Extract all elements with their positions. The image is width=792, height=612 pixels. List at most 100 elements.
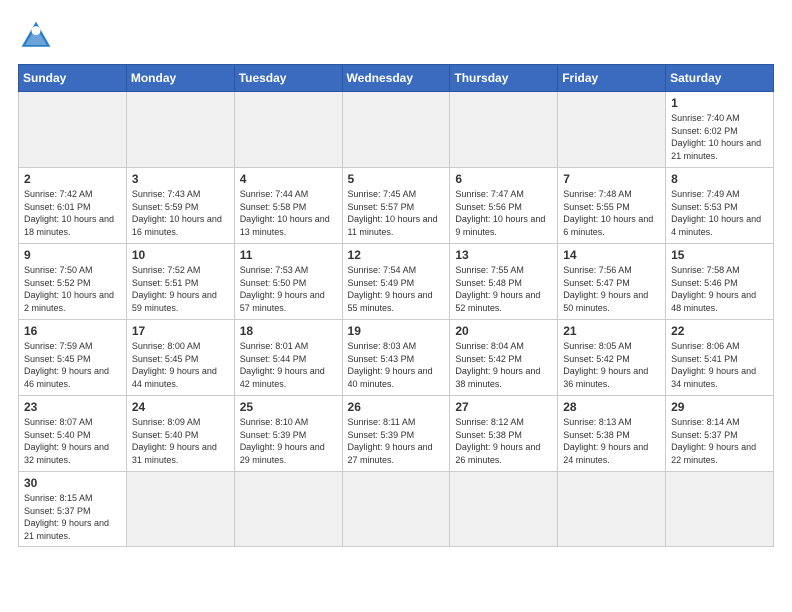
calendar-cell: 6 Sunrise: 7:47 AM Sunset: 5:56 PM Daylig…	[450, 168, 558, 244]
day-info: Sunrise: 7:50 AM Sunset: 5:52 PM Dayligh…	[24, 264, 121, 314]
weekday-header-friday: Friday	[558, 65, 666, 92]
day-number: 3	[132, 172, 229, 186]
day-number: 23	[24, 400, 121, 414]
day-number: 15	[671, 248, 768, 262]
day-info: Sunrise: 8:06 AM Sunset: 5:41 PM Dayligh…	[671, 340, 768, 390]
day-number: 25	[240, 400, 337, 414]
day-info: Sunrise: 7:44 AM Sunset: 5:58 PM Dayligh…	[240, 188, 337, 238]
calendar-week-4: 16 Sunrise: 7:59 AM Sunset: 5:45 PM Dayli…	[19, 320, 774, 396]
weekday-row: SundayMondayTuesdayWednesdayThursdayFrid…	[19, 65, 774, 92]
calendar-body: 1 Sunrise: 7:40 AM Sunset: 6:02 PM Daylig…	[19, 92, 774, 547]
day-number: 2	[24, 172, 121, 186]
day-info: Sunrise: 8:09 AM Sunset: 5:40 PM Dayligh…	[132, 416, 229, 466]
day-info: Sunrise: 7:47 AM Sunset: 5:56 PM Dayligh…	[455, 188, 552, 238]
calendar-cell: 22 Sunrise: 8:06 AM Sunset: 5:41 PM Dayli…	[666, 320, 774, 396]
weekday-header-monday: Monday	[126, 65, 234, 92]
calendar-cell: 21Sunrise: 8:05 AM Sunset: 5:42 PM Dayli…	[558, 320, 666, 396]
calendar-cell	[450, 92, 558, 168]
day-info: Sunrise: 8:01 AM Sunset: 5:44 PM Dayligh…	[240, 340, 337, 390]
calendar-week-1: 1 Sunrise: 7:40 AM Sunset: 6:02 PM Daylig…	[19, 92, 774, 168]
day-number: 1	[671, 96, 768, 110]
day-number: 4	[240, 172, 337, 186]
calendar-header: SundayMondayTuesdayWednesdayThursdayFrid…	[19, 65, 774, 92]
day-info: Sunrise: 8:10 AM Sunset: 5:39 PM Dayligh…	[240, 416, 337, 466]
day-number: 11	[240, 248, 337, 262]
calendar-cell	[342, 92, 450, 168]
calendar-cell: 8Sunrise: 7:49 AM Sunset: 5:53 PM Daylig…	[666, 168, 774, 244]
day-info: Sunrise: 7:56 AM Sunset: 5:47 PM Dayligh…	[563, 264, 660, 314]
calendar-cell: 7 Sunrise: 7:48 AM Sunset: 5:55 PM Daylig…	[558, 168, 666, 244]
day-info: Sunrise: 8:03 AM Sunset: 5:43 PM Dayligh…	[348, 340, 445, 390]
day-number: 5	[348, 172, 445, 186]
calendar-cell: 25 Sunrise: 8:10 AM Sunset: 5:39 PM Dayli…	[234, 396, 342, 472]
day-info: Sunrise: 8:14 AM Sunset: 5:37 PM Dayligh…	[671, 416, 768, 466]
day-number: 28	[563, 400, 660, 414]
calendar-cell: 13 Sunrise: 7:55 AM Sunset: 5:48 PM Dayli…	[450, 244, 558, 320]
day-number: 27	[455, 400, 552, 414]
day-info: Sunrise: 7:49 AM Sunset: 5:53 PM Dayligh…	[671, 188, 768, 238]
calendar-cell: 29 Sunrise: 8:14 AM Sunset: 5:37 PM Dayli…	[666, 396, 774, 472]
calendar-cell	[666, 472, 774, 547]
calendar-cell: 18 Sunrise: 8:01 AM Sunset: 5:44 PM Dayli…	[234, 320, 342, 396]
calendar-cell: 24 Sunrise: 8:09 AM Sunset: 5:40 PM Dayli…	[126, 396, 234, 472]
calendar-cell: 5 Sunrise: 7:45 AM Sunset: 5:57 PM Daylig…	[342, 168, 450, 244]
day-number: 17	[132, 324, 229, 338]
calendar-cell	[234, 92, 342, 168]
day-info: Sunrise: 8:00 AM Sunset: 5:45 PM Dayligh…	[132, 340, 229, 390]
day-number: 20	[455, 324, 552, 338]
day-number: 13	[455, 248, 552, 262]
calendar-cell: 2Sunrise: 7:42 AM Sunset: 6:01 PM Daylig…	[19, 168, 127, 244]
weekday-header-saturday: Saturday	[666, 65, 774, 92]
day-info: Sunrise: 7:40 AM Sunset: 6:02 PM Dayligh…	[671, 112, 768, 162]
day-number: 16	[24, 324, 121, 338]
weekday-header-tuesday: Tuesday	[234, 65, 342, 92]
weekday-header-thursday: Thursday	[450, 65, 558, 92]
day-number: 9	[24, 248, 121, 262]
day-number: 29	[671, 400, 768, 414]
calendar-cell: 4 Sunrise: 7:44 AM Sunset: 5:58 PM Daylig…	[234, 168, 342, 244]
logo-icon	[18, 18, 54, 54]
calendar-cell: 12Sunrise: 7:54 AM Sunset: 5:49 PM Dayli…	[342, 244, 450, 320]
day-number: 22	[671, 324, 768, 338]
logo	[18, 18, 60, 54]
day-number: 14	[563, 248, 660, 262]
weekday-header-sunday: Sunday	[19, 65, 127, 92]
calendar-cell	[342, 472, 450, 547]
calendar-cell	[450, 472, 558, 547]
day-number: 26	[348, 400, 445, 414]
day-info: Sunrise: 7:55 AM Sunset: 5:48 PM Dayligh…	[455, 264, 552, 314]
calendar-cell: 11 Sunrise: 7:53 AM Sunset: 5:50 PM Dayli…	[234, 244, 342, 320]
header	[18, 18, 774, 54]
day-info: Sunrise: 7:52 AM Sunset: 5:51 PM Dayligh…	[132, 264, 229, 314]
calendar-cell	[126, 472, 234, 547]
calendar-cell: 30Sunrise: 8:15 AM Sunset: 5:37 PM Dayli…	[19, 472, 127, 547]
day-info: Sunrise: 7:59 AM Sunset: 5:45 PM Dayligh…	[24, 340, 121, 390]
calendar-cell: 3Sunrise: 7:43 AM Sunset: 5:59 PM Daylig…	[126, 168, 234, 244]
calendar-cell: 16 Sunrise: 7:59 AM Sunset: 5:45 PM Dayli…	[19, 320, 127, 396]
day-info: Sunrise: 7:48 AM Sunset: 5:55 PM Dayligh…	[563, 188, 660, 238]
day-number: 21	[563, 324, 660, 338]
day-number: 12	[348, 248, 445, 262]
day-number: 6	[455, 172, 552, 186]
day-number: 18	[240, 324, 337, 338]
calendar-week-6: 30Sunrise: 8:15 AM Sunset: 5:37 PM Dayli…	[19, 472, 774, 547]
calendar-cell: 14 Sunrise: 7:56 AM Sunset: 5:47 PM Dayli…	[558, 244, 666, 320]
day-info: Sunrise: 8:11 AM Sunset: 5:39 PM Dayligh…	[348, 416, 445, 466]
calendar-cell: 10Sunrise: 7:52 AM Sunset: 5:51 PM Dayli…	[126, 244, 234, 320]
day-number: 24	[132, 400, 229, 414]
calendar-cell: 23Sunrise: 8:07 AM Sunset: 5:40 PM Dayli…	[19, 396, 127, 472]
calendar-cell: 9 Sunrise: 7:50 AM Sunset: 5:52 PM Daylig…	[19, 244, 127, 320]
calendar-cell: 27Sunrise: 8:12 AM Sunset: 5:38 PM Dayli…	[450, 396, 558, 472]
calendar-cell: 28Sunrise: 8:13 AM Sunset: 5:38 PM Dayli…	[558, 396, 666, 472]
day-info: Sunrise: 7:58 AM Sunset: 5:46 PM Dayligh…	[671, 264, 768, 314]
calendar-week-2: 2Sunrise: 7:42 AM Sunset: 6:01 PM Daylig…	[19, 168, 774, 244]
day-info: Sunrise: 7:45 AM Sunset: 5:57 PM Dayligh…	[348, 188, 445, 238]
day-info: Sunrise: 8:04 AM Sunset: 5:42 PM Dayligh…	[455, 340, 552, 390]
calendar-cell: 20 Sunrise: 8:04 AM Sunset: 5:42 PM Dayli…	[450, 320, 558, 396]
day-number: 7	[563, 172, 660, 186]
calendar-cell: 1 Sunrise: 7:40 AM Sunset: 6:02 PM Daylig…	[666, 92, 774, 168]
calendar-week-5: 23Sunrise: 8:07 AM Sunset: 5:40 PM Dayli…	[19, 396, 774, 472]
calendar-cell	[126, 92, 234, 168]
day-info: Sunrise: 7:53 AM Sunset: 5:50 PM Dayligh…	[240, 264, 337, 314]
calendar-cell	[558, 92, 666, 168]
